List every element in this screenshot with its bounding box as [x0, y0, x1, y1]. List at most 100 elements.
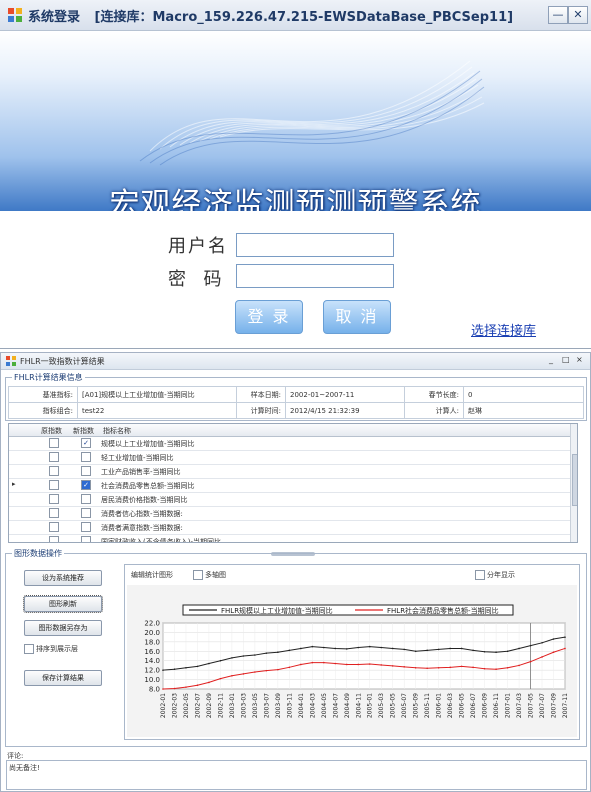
- indicator-name: 工业产品销售率-当期同比: [101, 468, 181, 476]
- set-default-button[interactable]: 设为系统推荐: [24, 570, 102, 586]
- grid-row[interactable]: 居民消费价格指数-当期同比: [9, 492, 573, 507]
- fhlr-maximize-button[interactable]: □: [562, 355, 570, 364]
- info-group-title: FHLR计算结果信息: [12, 372, 85, 383]
- data-point: [506, 650, 509, 653]
- grid-row[interactable]: 轻工业增加值-当期同比: [9, 450, 573, 465]
- indicator-name: 轻工业增加值-当期同比: [101, 454, 174, 462]
- sort-display-label: 排序到展示层: [36, 645, 78, 653]
- orig-index-checkbox[interactable]: [49, 494, 59, 504]
- select-connection-link[interactable]: 选择连接库: [471, 320, 536, 339]
- data-point: [231, 675, 233, 677]
- new-index-checkbox[interactable]: [81, 452, 91, 462]
- indicator-name: 国家财政收入(不含债务收入)-当期同比: [101, 538, 221, 543]
- y-tick-label: 18.0: [144, 638, 160, 646]
- orig-index-checkbox[interactable]: [49, 522, 59, 532]
- new-index-checkbox[interactable]: [81, 466, 91, 476]
- orig-index-checkbox[interactable]: [49, 480, 59, 490]
- comment-text: 尚无备注!: [9, 764, 40, 772]
- x-tick-label: 2007-07: [539, 693, 546, 718]
- split-years-label: 分年显示: [487, 571, 515, 579]
- new-index-checkbox[interactable]: ✓: [81, 480, 91, 490]
- data-point: [518, 664, 520, 667]
- fhlr-minimize-button[interactable]: _: [549, 355, 553, 364]
- data-point: [300, 647, 302, 650]
- data-point: [472, 649, 474, 652]
- data-point: [483, 667, 486, 670]
- orig-index-checkbox[interactable]: [49, 438, 59, 448]
- data-point: [219, 659, 222, 662]
- x-tick-label: 2007-05: [528, 693, 535, 718]
- data-point: [414, 650, 417, 653]
- scrollbar-thumb[interactable]: [572, 454, 577, 506]
- data-point: [403, 666, 406, 668]
- x-tick-label: 2004-05: [321, 693, 328, 718]
- split-years-checkbox[interactable]: [475, 570, 485, 580]
- orig-index-checkbox[interactable]: [49, 508, 59, 518]
- data-point: [391, 647, 394, 650]
- login-button[interactable]: 登 录: [235, 300, 303, 334]
- grid-scrollbar[interactable]: [570, 424, 577, 542]
- x-tick-label: 2006-03: [447, 693, 454, 718]
- login-titlebar: 系统登录 [连接库：Macro_159.226.47.215-EWSDataBa…: [0, 0, 591, 31]
- calc-time-value: 2012/4/15 21:32:39: [285, 402, 405, 419]
- comment-box[interactable]: 尚无备注!: [6, 760, 587, 790]
- minimize-button[interactable]: —: [548, 6, 568, 24]
- data-point: [242, 655, 245, 657]
- x-tick-label: 2006-05: [459, 693, 466, 718]
- new-index-checkbox[interactable]: [81, 508, 91, 518]
- x-tick-label: 2002-09: [206, 693, 213, 718]
- new-index-checkbox[interactable]: [81, 494, 91, 504]
- data-point: [185, 686, 187, 688]
- data-point: [254, 654, 256, 656]
- indicator-name: 居民消费价格指数-当期同比: [101, 496, 188, 504]
- data-point: [426, 649, 428, 652]
- orig-index-checkbox[interactable]: [49, 466, 59, 476]
- data-point: [265, 669, 268, 672]
- y-tick-label: 20.0: [144, 629, 160, 637]
- base-indicator-label: 基准指标:: [8, 386, 78, 403]
- sort-display-checkbox[interactable]: [24, 644, 34, 654]
- connection-label: [连接库：Macro_159.226.47.215-EWSDataBase_PB…: [94, 10, 514, 25]
- grid-row[interactable]: 国家财政收入(不含债务收入)-当期同比: [9, 534, 573, 543]
- fhlr-close-button[interactable]: ×: [576, 355, 583, 364]
- username-input[interactable]: [236, 233, 394, 257]
- data-point: [254, 671, 256, 673]
- data-point: [483, 650, 486, 653]
- x-tick-label: 2002-07: [194, 693, 201, 718]
- grid-row[interactable]: ✓ 规模以上工业增加值-当期同比: [9, 436, 573, 451]
- data-point: [277, 651, 279, 654]
- grid-row[interactable]: 消费者信心指数-当期数据:: [9, 506, 573, 521]
- cancel-button[interactable]: 取 消: [323, 300, 391, 334]
- data-point: [311, 661, 314, 664]
- grid-row[interactable]: 工业产品销售率-当期同比: [9, 464, 573, 479]
- save-results-button[interactable]: 保存计算结果: [24, 670, 102, 686]
- x-tick-label: 2004-09: [344, 693, 351, 718]
- grid-row[interactable]: 消费者满意指数-当期数据:: [9, 520, 573, 535]
- orig-index-checkbox[interactable]: [49, 536, 59, 542]
- x-tick-label: 2002-01: [160, 693, 167, 718]
- indicator-name: 社会消费品零售总额-当期同比: [101, 482, 195, 490]
- calc-time-label: 计算时间:: [236, 402, 286, 419]
- sample-date-value: 2002-01~2007-11: [285, 386, 405, 403]
- x-tick-label: 2005-05: [390, 693, 397, 718]
- data-point: [345, 648, 348, 650]
- close-button[interactable]: ✕: [568, 6, 588, 24]
- password-input[interactable]: [236, 264, 394, 288]
- data-point: [162, 669, 164, 671]
- data-point: [391, 665, 394, 667]
- new-index-checkbox[interactable]: [81, 536, 91, 542]
- app-icon: [8, 8, 22, 22]
- x-tick-label: 2004-01: [298, 693, 305, 718]
- line-chart: FHLR规模以上工业增加值-当期同比 FHLR社会消费品零售总额-当期同比 8.0 1…: [127, 585, 577, 737]
- data-point: [368, 645, 371, 648]
- edit-chart-checkbox[interactable]: [193, 570, 203, 580]
- new-index-checkbox[interactable]: ✓: [81, 438, 91, 448]
- grid-row[interactable]: ▸ ✓ 社会消费品零售总额-当期同比: [9, 478, 573, 493]
- season-length-value: 0: [463, 386, 584, 403]
- new-index-checkbox[interactable]: [81, 522, 91, 532]
- save-chart-data-button[interactable]: 图形数据另存为: [24, 620, 102, 636]
- refresh-chart-button[interactable]: 图形刷新: [23, 595, 103, 613]
- orig-index-checkbox[interactable]: [49, 452, 59, 462]
- data-point: [357, 646, 360, 649]
- x-tick-label: 2005-07: [401, 693, 408, 718]
